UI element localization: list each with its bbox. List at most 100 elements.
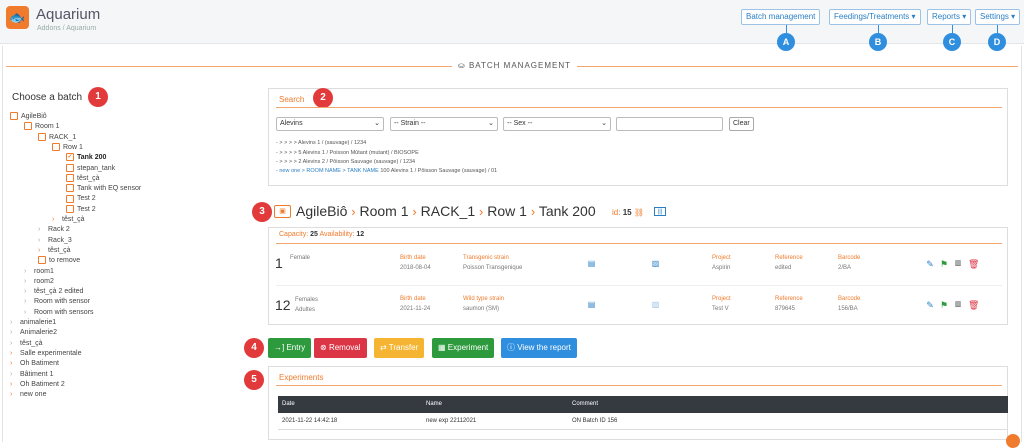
checkbox-icon[interactable] <box>66 204 74 213</box>
chevron-right-icon[interactable]: › <box>24 297 34 307</box>
tree-item[interactable]: Test 2 <box>66 194 96 204</box>
chevron-right-icon[interactable]: › <box>10 359 20 369</box>
sex-select[interactable]: -- Sex -- ⌄ <box>503 117 611 131</box>
tree-item[interactable]: ✓ Tank 200 <box>66 153 106 163</box>
batch-management-button[interactable]: Batch management <box>741 9 821 25</box>
chevron-right-icon[interactable]: › <box>10 390 20 400</box>
experiment-icon: ▦ <box>438 343 446 352</box>
tree-item[interactable]: têst_çà <box>66 173 100 184</box>
search-result[interactable]: - > > > > 2 Alevins 2 / Pôisson Sauvage … <box>276 159 415 165</box>
chevron-right-icon[interactable]: › <box>52 215 62 225</box>
chevron-right-icon[interactable]: › <box>24 277 34 287</box>
tree-item[interactable]: › Room with sensor <box>24 297 90 307</box>
tree-item[interactable]: › room2 <box>24 277 54 287</box>
tree-item[interactable]: › Bâtiment 1 <box>10 370 53 380</box>
tree-item-label: Rack 2 <box>48 226 70 234</box>
delete-icon[interactable]: 🗑 <box>968 300 979 310</box>
marker-1: 1 <box>88 87 108 107</box>
capacity-info: Capacity: 25 Availability: 12 <box>279 231 365 238</box>
info-icon: ⓘ <box>507 343 515 352</box>
tree-item[interactable]: › Salle experimentale <box>10 349 81 359</box>
tree-item[interactable]: › new one <box>10 390 46 400</box>
chevron-right-icon[interactable]: › <box>24 267 34 277</box>
strain-category-select[interactable]: Alevins ⌄ <box>276 117 384 131</box>
chevron-right-icon[interactable]: › <box>38 236 48 246</box>
tree-item[interactable]: › Rack 2 <box>38 225 70 235</box>
checkbox-icon[interactable] <box>52 143 60 152</box>
tree-item[interactable]: › Room with sensors <box>24 308 94 318</box>
chevron-right-icon[interactable]: › <box>38 225 48 235</box>
transfer-button[interactable]: ⇄ Transfer <box>374 338 425 358</box>
tree-item[interactable]: Row 1 <box>52 143 83 153</box>
tree-item-label: stepan_tank <box>77 164 116 172</box>
checkbox-icon[interactable] <box>10 112 18 121</box>
chevron-right-icon[interactable]: › <box>38 246 48 256</box>
marker-5: 5 <box>244 370 264 390</box>
search-input[interactable] <box>616 117 723 131</box>
view-report-button[interactable]: ⓘ View the report <box>501 338 577 358</box>
reports-button[interactable]: Reports ▾ <box>927 9 972 25</box>
scroll-top-button[interactable] <box>1006 434 1020 448</box>
image-icon[interactable]: ▨ <box>651 300 660 309</box>
checkbox-icon[interactable] <box>38 132 46 141</box>
tree-item[interactable]: › têst_çà <box>52 215 85 225</box>
settings-button[interactable]: Settings ▾ <box>975 9 1021 25</box>
entry-button[interactable]: →] Entry <box>268 338 312 358</box>
chevron-down-icon: ⌄ <box>601 120 607 127</box>
strain-select[interactable]: -- Strain -- ⌄ <box>390 117 498 131</box>
tree-item[interactable]: › animalerie1 <box>10 318 56 328</box>
tree-item[interactable]: › room1 <box>24 267 54 277</box>
chevron-right-icon[interactable]: › <box>10 339 20 349</box>
edit-icon[interactable]: ✎ <box>925 300 935 310</box>
experiment-button[interactable]: ▦ Experiment <box>432 338 495 358</box>
barcode-icon[interactable]: ||| <box>654 207 666 216</box>
checkbox-icon[interactable] <box>24 122 32 131</box>
search-result[interactable]: - > > > > Alevins 1 / (sauvage) / 1234 <box>276 140 366 146</box>
chevron-right-icon[interactable]: › <box>24 308 34 318</box>
checkbox-icon[interactable] <box>66 173 74 182</box>
image-icon[interactable]: ▨ <box>651 259 660 268</box>
tree-item[interactable]: › têst_çà 2 edited <box>24 287 83 297</box>
tree-item[interactable]: Test 2 <box>66 204 96 215</box>
delete-icon[interactable]: 🗑 <box>968 259 979 269</box>
barcode-icon[interactable]: ▥ <box>953 259 963 269</box>
tree-item[interactable]: stepan_tank <box>66 163 116 174</box>
chevron-right-icon[interactable]: › <box>10 349 20 359</box>
clear-button[interactable]: Clear <box>729 117 754 131</box>
feedings-treatments-button[interactable]: Feedings/Treatments ▾ <box>829 9 921 25</box>
chevron-right-icon[interactable]: › <box>10 380 20 390</box>
chevron-right-icon[interactable]: › <box>10 318 20 328</box>
document-icon[interactable]: ▤ <box>587 259 596 268</box>
checkbox-icon[interactable] <box>38 256 46 265</box>
tree-item[interactable]: › Animalerie2 <box>10 328 57 338</box>
batch-path: AgileBiô › Room 1 › RACK_1 › Row 1 › Tan… <box>296 203 596 219</box>
tree-item[interactable]: Room 1 <box>24 122 60 132</box>
tree-item[interactable]: › Oh Batiment 2 <box>10 380 65 390</box>
search-result[interactable]: - > > > > 5 Alevins 1 / Poisson Mûtant (… <box>276 150 419 156</box>
tree-item[interactable]: › Oh Batiment <box>10 359 59 369</box>
tree-item[interactable]: AgileBiô <box>10 112 47 122</box>
checkbox-icon[interactable] <box>66 184 74 193</box>
tree-item[interactable]: Tank with EQ sensor <box>66 184 141 194</box>
checkbox-icon[interactable] <box>66 163 74 172</box>
search-result-link[interactable]: - new one > ROOM NAME > TANK NAME 100 Al… <box>276 168 497 174</box>
genotype-icon[interactable]: ⚑ <box>939 259 949 269</box>
checkbox-icon[interactable] <box>66 194 74 203</box>
tree-item[interactable]: › têst_çà <box>38 246 71 256</box>
removal-button[interactable]: ⊗ Removal <box>314 338 367 358</box>
tree-item[interactable]: to remove <box>38 256 80 266</box>
edit-icon[interactable]: ✎ <box>925 259 935 269</box>
tree-item[interactable]: › Rack_3 <box>38 236 72 246</box>
tree-item[interactable]: RACK_1 <box>38 132 76 143</box>
chevron-right-icon[interactable]: › <box>10 328 20 338</box>
chevron-right-icon[interactable]: › <box>24 287 34 297</box>
tree-item[interactable]: › têst_çà <box>10 339 43 349</box>
link-icon[interactable]: ⛓ <box>634 208 644 217</box>
table-row[interactable]: 2021-11-22 14:42:18 new exp 22112021 ON … <box>278 413 1008 430</box>
document-icon[interactable]: ▤ <box>587 300 596 309</box>
tree-item-label: Room 1 <box>35 123 60 131</box>
genotype-icon[interactable]: ⚑ <box>939 300 949 310</box>
chevron-right-icon[interactable]: › <box>10 370 20 380</box>
barcode-icon[interactable]: ▥ <box>953 300 963 310</box>
checkbox-icon[interactable]: ✓ <box>66 153 74 162</box>
